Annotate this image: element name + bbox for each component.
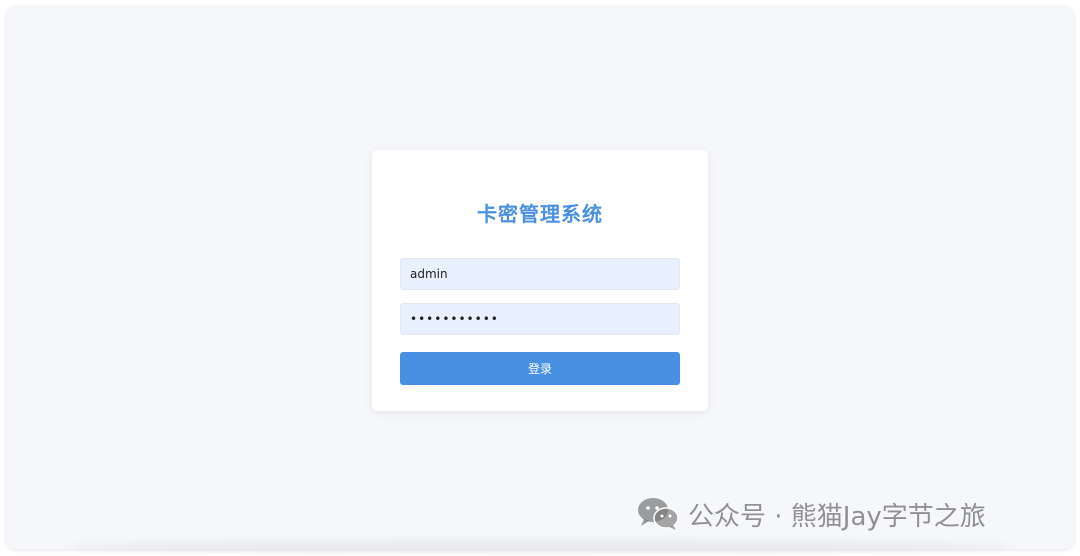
login-card: 卡密管理系统 登录 (372, 150, 708, 411)
wechat-icon (638, 498, 679, 530)
username-input[interactable] (400, 258, 680, 290)
page-title: 卡密管理系统 (477, 202, 603, 226)
watermark-text: 公众号 · 熊猫Jay字节之旅 (688, 501, 986, 532)
password-input[interactable] (400, 303, 680, 335)
watermark: 公众号 · 熊猫Jay字节之旅 (636, 494, 986, 534)
app-window: 卡密管理系统 登录 (6, 6, 1074, 549)
window-shadow (70, 540, 1010, 554)
login-button[interactable]: 登录 (400, 352, 680, 385)
